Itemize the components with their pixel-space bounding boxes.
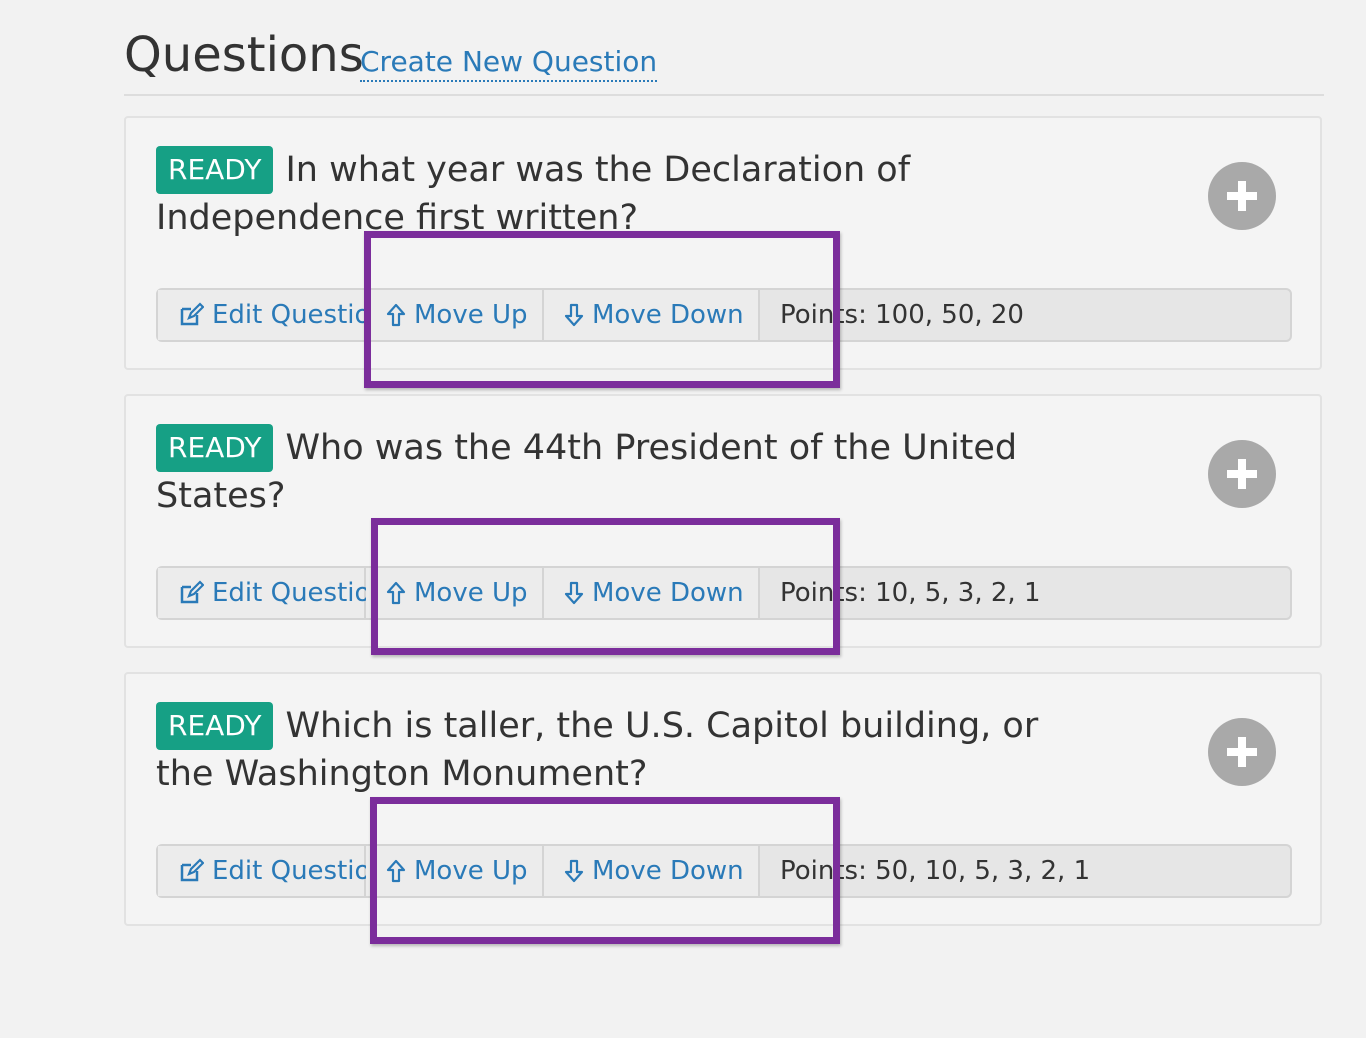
edit-question-button[interactable]: Edit Question bbox=[158, 290, 387, 340]
question-toolbar: Edit Question Move Up Move Down Points: … bbox=[156, 844, 1292, 898]
question-text-block: READY Which is taller, the U.S. Capitol b… bbox=[156, 702, 1056, 798]
points-text: Points: 100, 50, 20 bbox=[780, 300, 1024, 330]
edit-question-button[interactable]: Edit Question bbox=[158, 568, 387, 618]
move-up-label: Move Up bbox=[414, 856, 528, 886]
plus-icon bbox=[1227, 737, 1257, 767]
points-text: Points: 50, 10, 5, 3, 2, 1 bbox=[780, 856, 1091, 886]
edit-question-label: Edit Question bbox=[212, 856, 387, 886]
move-down-button[interactable]: Move Down bbox=[544, 290, 760, 340]
edit-question-label: Edit Question bbox=[212, 300, 387, 330]
edit-question-button[interactable]: Edit Question bbox=[158, 846, 387, 896]
status-badge: READY bbox=[156, 702, 274, 750]
create-new-question-link[interactable]: Create New Question bbox=[360, 44, 658, 82]
arrow-up-icon bbox=[386, 302, 406, 328]
move-down-label: Move Down bbox=[592, 578, 744, 608]
move-down-button[interactable]: Move Down bbox=[544, 846, 760, 896]
edit-question-label: Edit Question bbox=[212, 578, 387, 608]
question-toolbar: Edit Question Move Up Move Down Points: … bbox=[156, 566, 1292, 620]
question-card: READY Which is taller, the U.S. Capitol b… bbox=[124, 672, 1322, 926]
question-text-block: READY In what year was the Declaration of… bbox=[156, 146, 1056, 242]
arrow-down-icon bbox=[564, 858, 584, 884]
move-up-button[interactable]: Move Up bbox=[366, 568, 544, 618]
status-badge: READY bbox=[156, 146, 274, 194]
status-badge: READY bbox=[156, 424, 274, 472]
page-title: Questions bbox=[124, 27, 364, 83]
move-up-button[interactable]: Move Up bbox=[366, 846, 544, 896]
question-card: READY In what year was the Declaration of… bbox=[124, 116, 1322, 370]
add-button[interactable] bbox=[1208, 440, 1276, 508]
question-card: READY Who was the 44th President of the U… bbox=[124, 394, 1322, 648]
question-toolbar: Edit Question Move Up Move Down Points: … bbox=[156, 288, 1292, 342]
move-down-label: Move Down bbox=[592, 856, 744, 886]
points-text: Points: 10, 5, 3, 2, 1 bbox=[780, 578, 1041, 608]
add-button[interactable] bbox=[1208, 162, 1276, 230]
move-down-label: Move Down bbox=[592, 300, 744, 330]
edit-icon bbox=[178, 302, 204, 328]
plus-icon bbox=[1227, 181, 1257, 211]
move-up-label: Move Up bbox=[414, 578, 528, 608]
edit-icon bbox=[178, 858, 204, 884]
plus-icon bbox=[1227, 459, 1257, 489]
arrow-down-icon bbox=[564, 580, 584, 606]
question-text: Which is taller, the U.S. Capitol buildi… bbox=[156, 706, 1039, 794]
move-up-label: Move Up bbox=[414, 300, 528, 330]
question-text-block: READY Who was the 44th President of the U… bbox=[156, 424, 1056, 520]
add-button[interactable] bbox=[1208, 718, 1276, 786]
arrow-up-icon bbox=[386, 858, 406, 884]
question-text: Who was the 44th President of the United… bbox=[156, 428, 1018, 516]
edit-icon bbox=[178, 580, 204, 606]
arrow-down-icon bbox=[564, 302, 584, 328]
questions-header: Questions Create New Question bbox=[124, 24, 1324, 96]
questions-page: Questions Create New Question READY In wh… bbox=[0, 0, 1366, 1038]
arrow-up-icon bbox=[386, 580, 406, 606]
move-up-button[interactable]: Move Up bbox=[366, 290, 544, 340]
move-down-button[interactable]: Move Down bbox=[544, 568, 760, 618]
